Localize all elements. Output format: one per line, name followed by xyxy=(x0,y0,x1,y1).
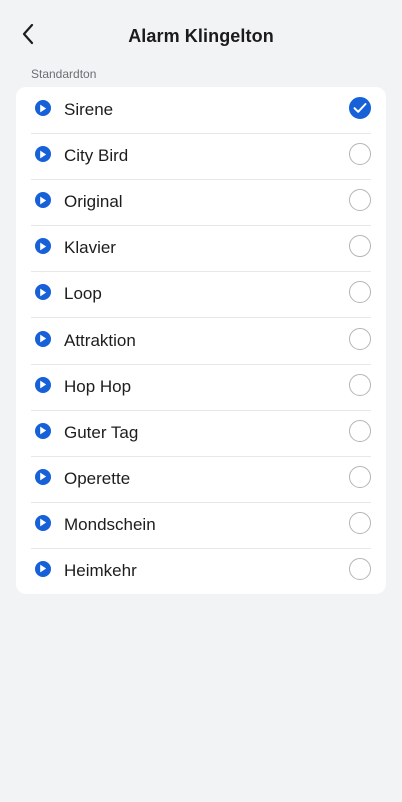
play-icon[interactable] xyxy=(35,422,51,439)
ringtone-row-3[interactable]: Klavier xyxy=(16,225,386,271)
radio-button[interactable] xyxy=(349,327,371,350)
radio-button[interactable] xyxy=(349,557,371,580)
radio-button[interactable] xyxy=(349,97,371,120)
play-icon[interactable] xyxy=(35,192,51,209)
radio-button[interactable] xyxy=(349,143,371,166)
radio-button[interactable] xyxy=(349,235,371,258)
ringtone-list: Sirene City Bird Original Klavier Loop A… xyxy=(16,87,386,594)
ringtone-label: Mondschein xyxy=(64,514,156,534)
checkmark-icon xyxy=(353,103,367,113)
ringtone-row-10[interactable]: Heimkehr xyxy=(16,547,386,594)
ringtone-row-9[interactable]: Mondschein xyxy=(16,501,386,548)
ringtone-label: Heimkehr xyxy=(64,560,137,580)
play-icon[interactable] xyxy=(35,330,51,347)
ringtone-row-8[interactable]: Operette xyxy=(16,455,386,502)
ringtone-row-7[interactable]: Guter Tag xyxy=(16,409,386,456)
radio-button[interactable] xyxy=(349,511,371,534)
play-icon[interactable] xyxy=(35,514,51,531)
ringtone-label: Sirene xyxy=(64,100,114,120)
play-icon[interactable] xyxy=(35,146,51,163)
ringtone-row-2[interactable]: Original xyxy=(16,179,386,225)
ringtone-row-1[interactable]: City Bird xyxy=(16,133,386,179)
radio-button[interactable] xyxy=(349,189,371,212)
header: Alarm Klingelton xyxy=(0,0,402,70)
radio-button[interactable] xyxy=(349,373,371,396)
ringtone-row-4[interactable]: Loop xyxy=(16,271,386,317)
section-label: Standardton xyxy=(31,67,97,81)
ringtone-label: City Bird xyxy=(64,146,129,166)
play-icon[interactable] xyxy=(35,468,51,485)
ringtone-label: Operette xyxy=(64,468,131,488)
radio-button[interactable] xyxy=(349,281,371,304)
play-icon[interactable] xyxy=(35,284,51,301)
play-icon[interactable] xyxy=(35,100,51,117)
play-icon[interactable] xyxy=(35,560,51,577)
ringtone-label: Hop Hop xyxy=(64,376,132,396)
ringtone-label: Guter Tag xyxy=(64,422,139,442)
ringtone-row-5[interactable]: Attraktion xyxy=(16,317,386,363)
play-icon[interactable] xyxy=(35,376,51,393)
ringtone-label: Loop xyxy=(64,284,102,304)
ringtone-row-6[interactable]: Hop Hop xyxy=(16,363,386,410)
play-icon[interactable] xyxy=(35,238,51,255)
radio-button[interactable] xyxy=(349,419,371,442)
page-title: Alarm Klingelton xyxy=(128,26,274,46)
radio-button[interactable] xyxy=(349,465,371,488)
ringtone-label: Attraktion xyxy=(64,330,136,350)
ringtone-row-0[interactable]: Sirene xyxy=(16,87,386,133)
ringtone-label: Klavier xyxy=(64,238,116,258)
ringtone-label: Original xyxy=(64,192,123,212)
